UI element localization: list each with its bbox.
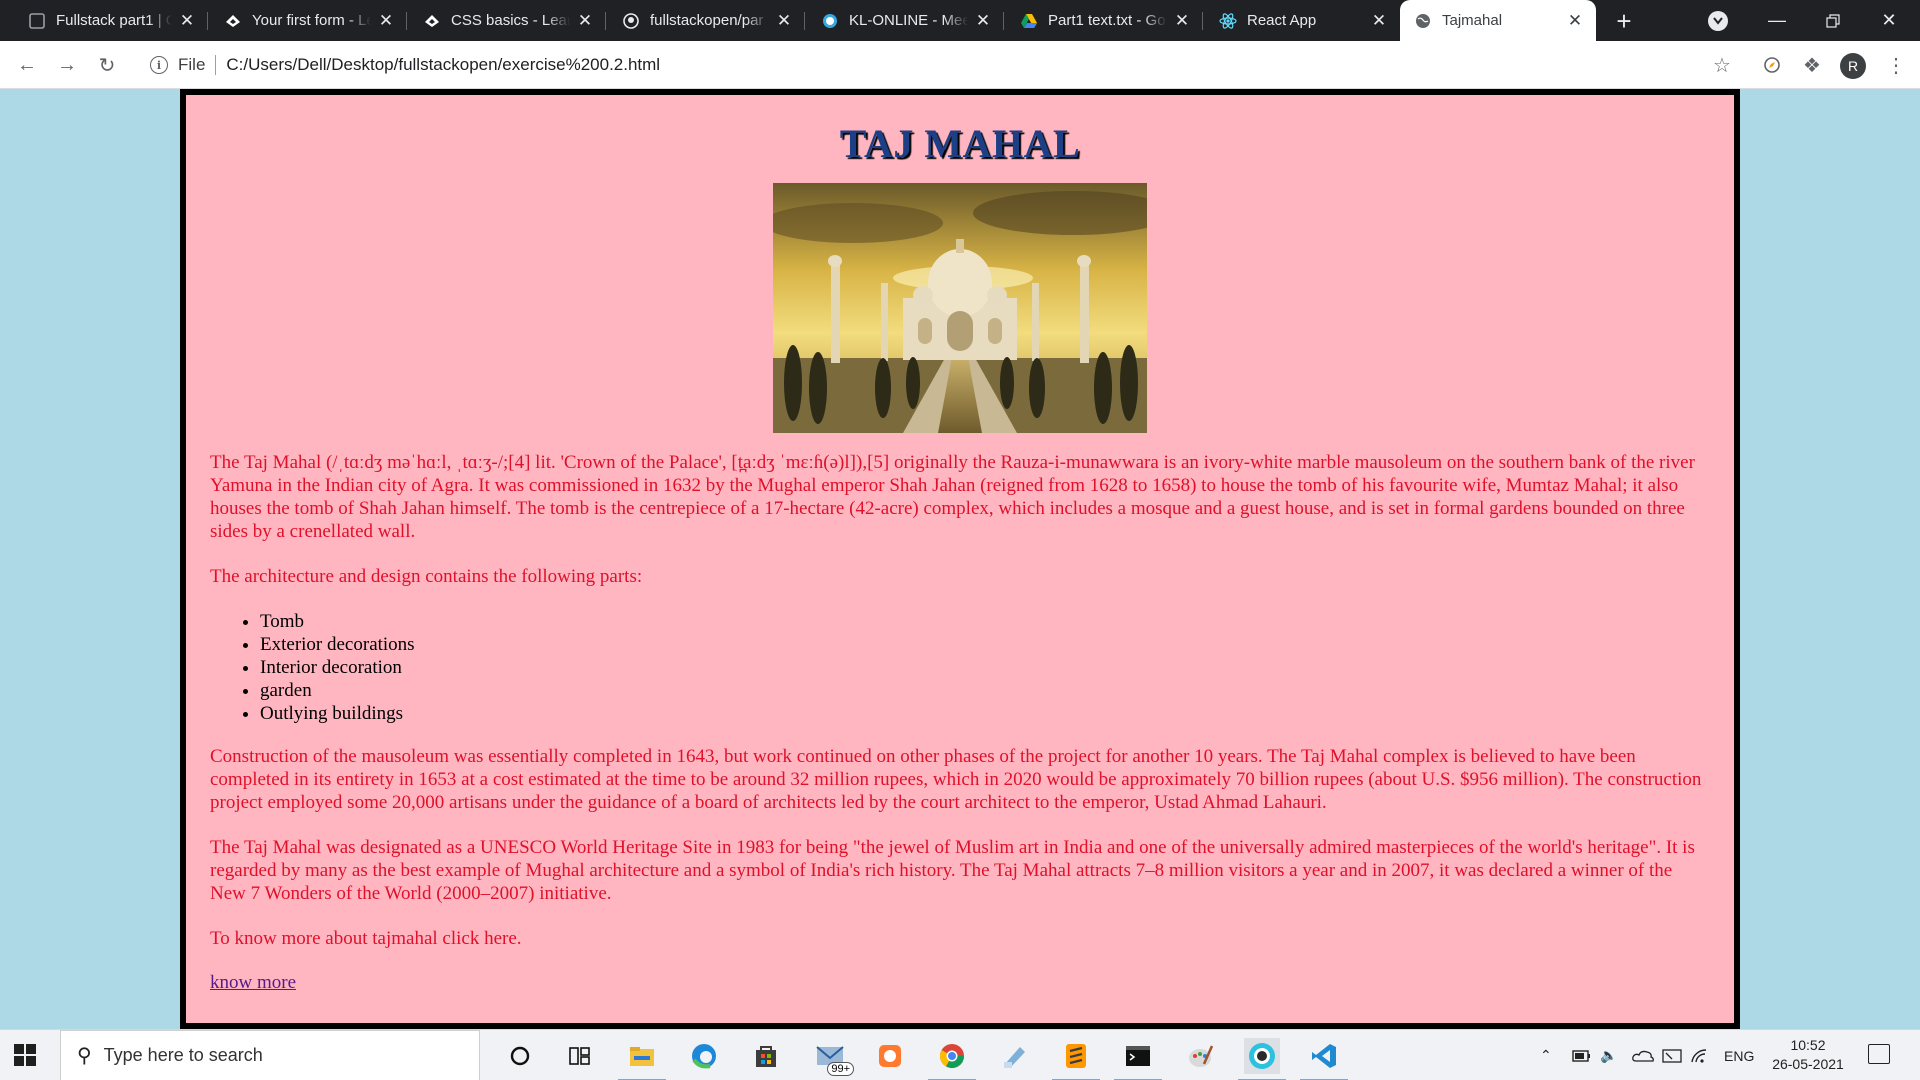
tab-kl-online[interactable]: KL-ONLINE - Mee ✕ (807, 0, 1004, 41)
google-drive-icon (1020, 12, 1038, 30)
close-tab-icon[interactable]: ✕ (574, 10, 596, 32)
tab-part1-text[interactable]: Part1 text.txt - Go ✕ (1006, 0, 1203, 41)
back-arrow-icon[interactable]: ← (12, 50, 42, 80)
profile-avatar[interactable]: R (1840, 53, 1866, 79)
tab-css-basics[interactable]: CSS basics - Learn ✕ (409, 0, 606, 41)
file-explorer-icon[interactable] (618, 1038, 666, 1080)
paint-icon[interactable] (1182, 1038, 1218, 1074)
photos-icon[interactable] (872, 1038, 908, 1074)
mdn-icon (224, 12, 242, 30)
page-title: TAJ MAHAL (839, 121, 1081, 166)
close-tab-icon[interactable]: ✕ (1171, 10, 1193, 32)
scheme-label: File (178, 55, 206, 74)
tab-your-first-form[interactable]: Your first form - Le ✕ (210, 0, 407, 41)
tab-strip: Fullstack part1 | C ✕ Your first form - … (0, 0, 1920, 41)
show-hidden-icons-icon[interactable]: ⌃ (1540, 1030, 1552, 1080)
tab-fullstackopen-github[interactable]: fullstackopen/par ✕ (608, 0, 805, 41)
mail-icon[interactable]: 99+ (812, 1038, 854, 1076)
menu-kebab-icon[interactable]: ⋮ (1884, 53, 1908, 77)
moodle-app-icon[interactable] (1238, 1038, 1286, 1080)
new-tab-button[interactable]: + (1610, 6, 1638, 36)
sublime-icon[interactable] (1052, 1038, 1100, 1080)
parts-intro: The architecture and design contains the… (210, 566, 643, 587)
globe-icon (1414, 12, 1432, 30)
vscode-icon[interactable] (1300, 1038, 1348, 1080)
notepad-icon[interactable] (996, 1038, 1032, 1074)
tab-search-icon[interactable] (1708, 11, 1728, 31)
tab-title: Fullstack part1 | C (56, 12, 172, 29)
info-icon[interactable]: i (150, 56, 168, 74)
construction-paragraph: Construction of the mausoleum was essent… (210, 746, 1702, 813)
close-tab-icon[interactable]: ✕ (375, 10, 397, 32)
unesco-paragraph: The Taj Mahal was designated as a UNESCO… (210, 837, 1695, 904)
close-tab-icon[interactable]: ✕ (1368, 10, 1390, 32)
close-tab-icon[interactable]: ✕ (1564, 10, 1586, 32)
react-icon (1219, 12, 1237, 30)
clock-date: 26-05-2021 (1772, 1056, 1844, 1072)
tab-tajmahal[interactable]: Tajmahal ✕ (1400, 0, 1596, 41)
restore-icon[interactable] (1810, 0, 1856, 41)
parts-list: Tomb Exterior decorations Interior decor… (260, 610, 1710, 725)
close-tab-icon[interactable]: ✕ (773, 10, 795, 32)
tab-title: Tajmahal (1442, 12, 1560, 29)
extensions-puzzle-icon[interactable]: ❖ (1800, 53, 1824, 77)
cortana-icon[interactable] (502, 1038, 538, 1074)
list-item: Tomb (260, 610, 1710, 633)
address-bar[interactable]: i File C:/Users/Dell/Desktop/fullstackop… (136, 47, 1736, 83)
wifi-icon[interactable] (1690, 1030, 1710, 1080)
onedrive-icon[interactable] (1632, 1030, 1654, 1080)
clock-time: 10:52 (1790, 1037, 1826, 1053)
page-viewport: TAJ MAHAL The Taj Mahal (/ˌtɑːdʒ məˈhɑːl… (0, 89, 1920, 1029)
forward-arrow-icon[interactable]: → (52, 50, 82, 80)
minimize-icon[interactable]: — (1754, 0, 1800, 41)
mdn-icon (423, 12, 441, 30)
list-item: Outlying buildings (260, 702, 1710, 725)
list-item: garden (260, 679, 1710, 702)
list-item: Interior decoration (260, 656, 1710, 679)
tab-title: CSS basics - Learn (451, 12, 570, 29)
terminal-icon[interactable] (1114, 1038, 1162, 1080)
edge-icon[interactable] (686, 1038, 722, 1074)
windows-start-icon[interactable] (14, 1044, 36, 1066)
store-icon[interactable] (748, 1038, 784, 1074)
tab-title: React App (1247, 12, 1364, 29)
tab-title: Part1 text.txt - Go (1048, 12, 1167, 29)
browser-toolbar: ← → ↻ i File C:/Users/Dell/Desktop/fulls… (0, 41, 1920, 89)
search-icon: ⚲ (77, 1045, 92, 1067)
notification-center-icon[interactable] (1868, 1044, 1890, 1064)
close-window-icon[interactable]: ✕ (1866, 0, 1912, 41)
bookmark-star-icon[interactable]: ☆ (1710, 53, 1734, 77)
chrome-icon[interactable] (928, 1038, 976, 1080)
language-indicator[interactable]: ENG (1724, 1030, 1754, 1080)
taj-mahal-image (773, 183, 1147, 433)
tab-title: fullstackopen/par (650, 12, 769, 29)
tab-fullstack-part1[interactable]: Fullstack part1 | C ✕ (14, 0, 208, 41)
tab-title: KL-ONLINE - Mee (849, 12, 968, 29)
system-clock[interactable]: 10:52 26-05-2021 (1768, 1036, 1848, 1074)
close-tab-icon[interactable]: ✕ (176, 10, 198, 32)
tab-react-app[interactable]: React App ✕ (1205, 0, 1400, 41)
meet-now-icon[interactable] (1662, 1030, 1682, 1080)
battery-icon[interactable] (1572, 1030, 1592, 1080)
taskbar-search-box[interactable]: ⚲ Type here to search (60, 1030, 480, 1080)
know-more-link[interactable]: know more (210, 972, 296, 993)
close-tab-icon[interactable]: ✕ (972, 10, 994, 32)
content-box: TAJ MAHAL The Taj Mahal (/ˌtɑːdʒ məˈhɑːl… (180, 89, 1740, 1029)
task-view-icon[interactable] (562, 1038, 598, 1074)
mail-badge: 99+ (827, 1062, 854, 1076)
generic-app-icon (28, 12, 46, 30)
list-item: Exterior decorations (260, 633, 1710, 656)
reload-icon[interactable]: ↻ (92, 50, 122, 80)
know-more-prompt: To know more about tajmahal click here. (210, 928, 522, 949)
extension-compass-icon[interactable] (1760, 53, 1784, 77)
moodle-icon (821, 12, 839, 30)
search-placeholder: Type here to search (103, 1045, 263, 1065)
windows-taskbar: ⚲ Type here to search 99+ ⌃ 🔈 ENG 10:52 … (0, 1029, 1920, 1080)
tab-title: Your first form - Le (252, 12, 371, 29)
intro-paragraph: The Taj Mahal (/ˌtɑːdʒ məˈhɑːl, ˌtɑːʒ-/;… (210, 452, 1695, 542)
volume-icon[interactable]: 🔈 (1600, 1030, 1617, 1080)
url-text[interactable]: C:/Users/Dell/Desktop/fullstackopen/exer… (226, 55, 660, 75)
github-icon (622, 12, 640, 30)
